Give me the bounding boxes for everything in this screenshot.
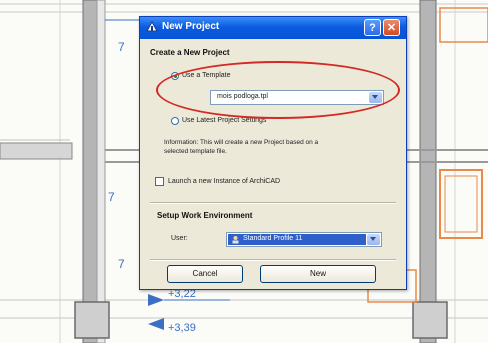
launch-new-instance-label: Launch a new Instance of ArchiCAD (168, 178, 281, 185)
level-label: +3,39 (168, 322, 196, 334)
dimension-label: 7 (118, 40, 125, 54)
user-profile-dropdown[interactable]: Standard Profile 11 (226, 232, 382, 247)
archicad-app-icon (146, 20, 158, 32)
separator (150, 202, 396, 204)
profile-icon (232, 236, 239, 244)
separator (150, 259, 396, 261)
help-button[interactable]: ? (364, 19, 381, 36)
dialog-title: New Project (162, 21, 220, 32)
dialog-titlebar[interactable]: New Project ? ✕ (140, 17, 406, 39)
chevron-down-icon[interactable] (367, 234, 380, 245)
highlight-ellipse (156, 61, 400, 119)
info-text: Information: This will create a new Proj… (164, 139, 319, 146)
work-environment-header: Setup Work Environment (157, 211, 253, 220)
new-button[interactable]: New (260, 265, 376, 283)
dimension-label: 7 (108, 190, 115, 204)
create-project-header: Create a New Project (150, 48, 230, 57)
close-button[interactable]: ✕ (383, 19, 400, 36)
new-project-dialog: New Project ? ✕ Create a New Project Use… (139, 16, 407, 290)
info-text: selected template file. (164, 148, 227, 155)
latest-settings-radio[interactable] (171, 117, 179, 125)
user-label: User: (171, 235, 188, 242)
launch-new-instance-checkbox[interactable] (155, 177, 164, 186)
cancel-button[interactable]: Cancel (167, 265, 243, 283)
cad-workspace: 7 7 7 +3,22 +3,39 New Project ? ✕ Create… (0, 0, 488, 343)
user-profile-value: Standard Profile 11 (243, 235, 303, 242)
dimension-label: 7 (118, 257, 125, 271)
